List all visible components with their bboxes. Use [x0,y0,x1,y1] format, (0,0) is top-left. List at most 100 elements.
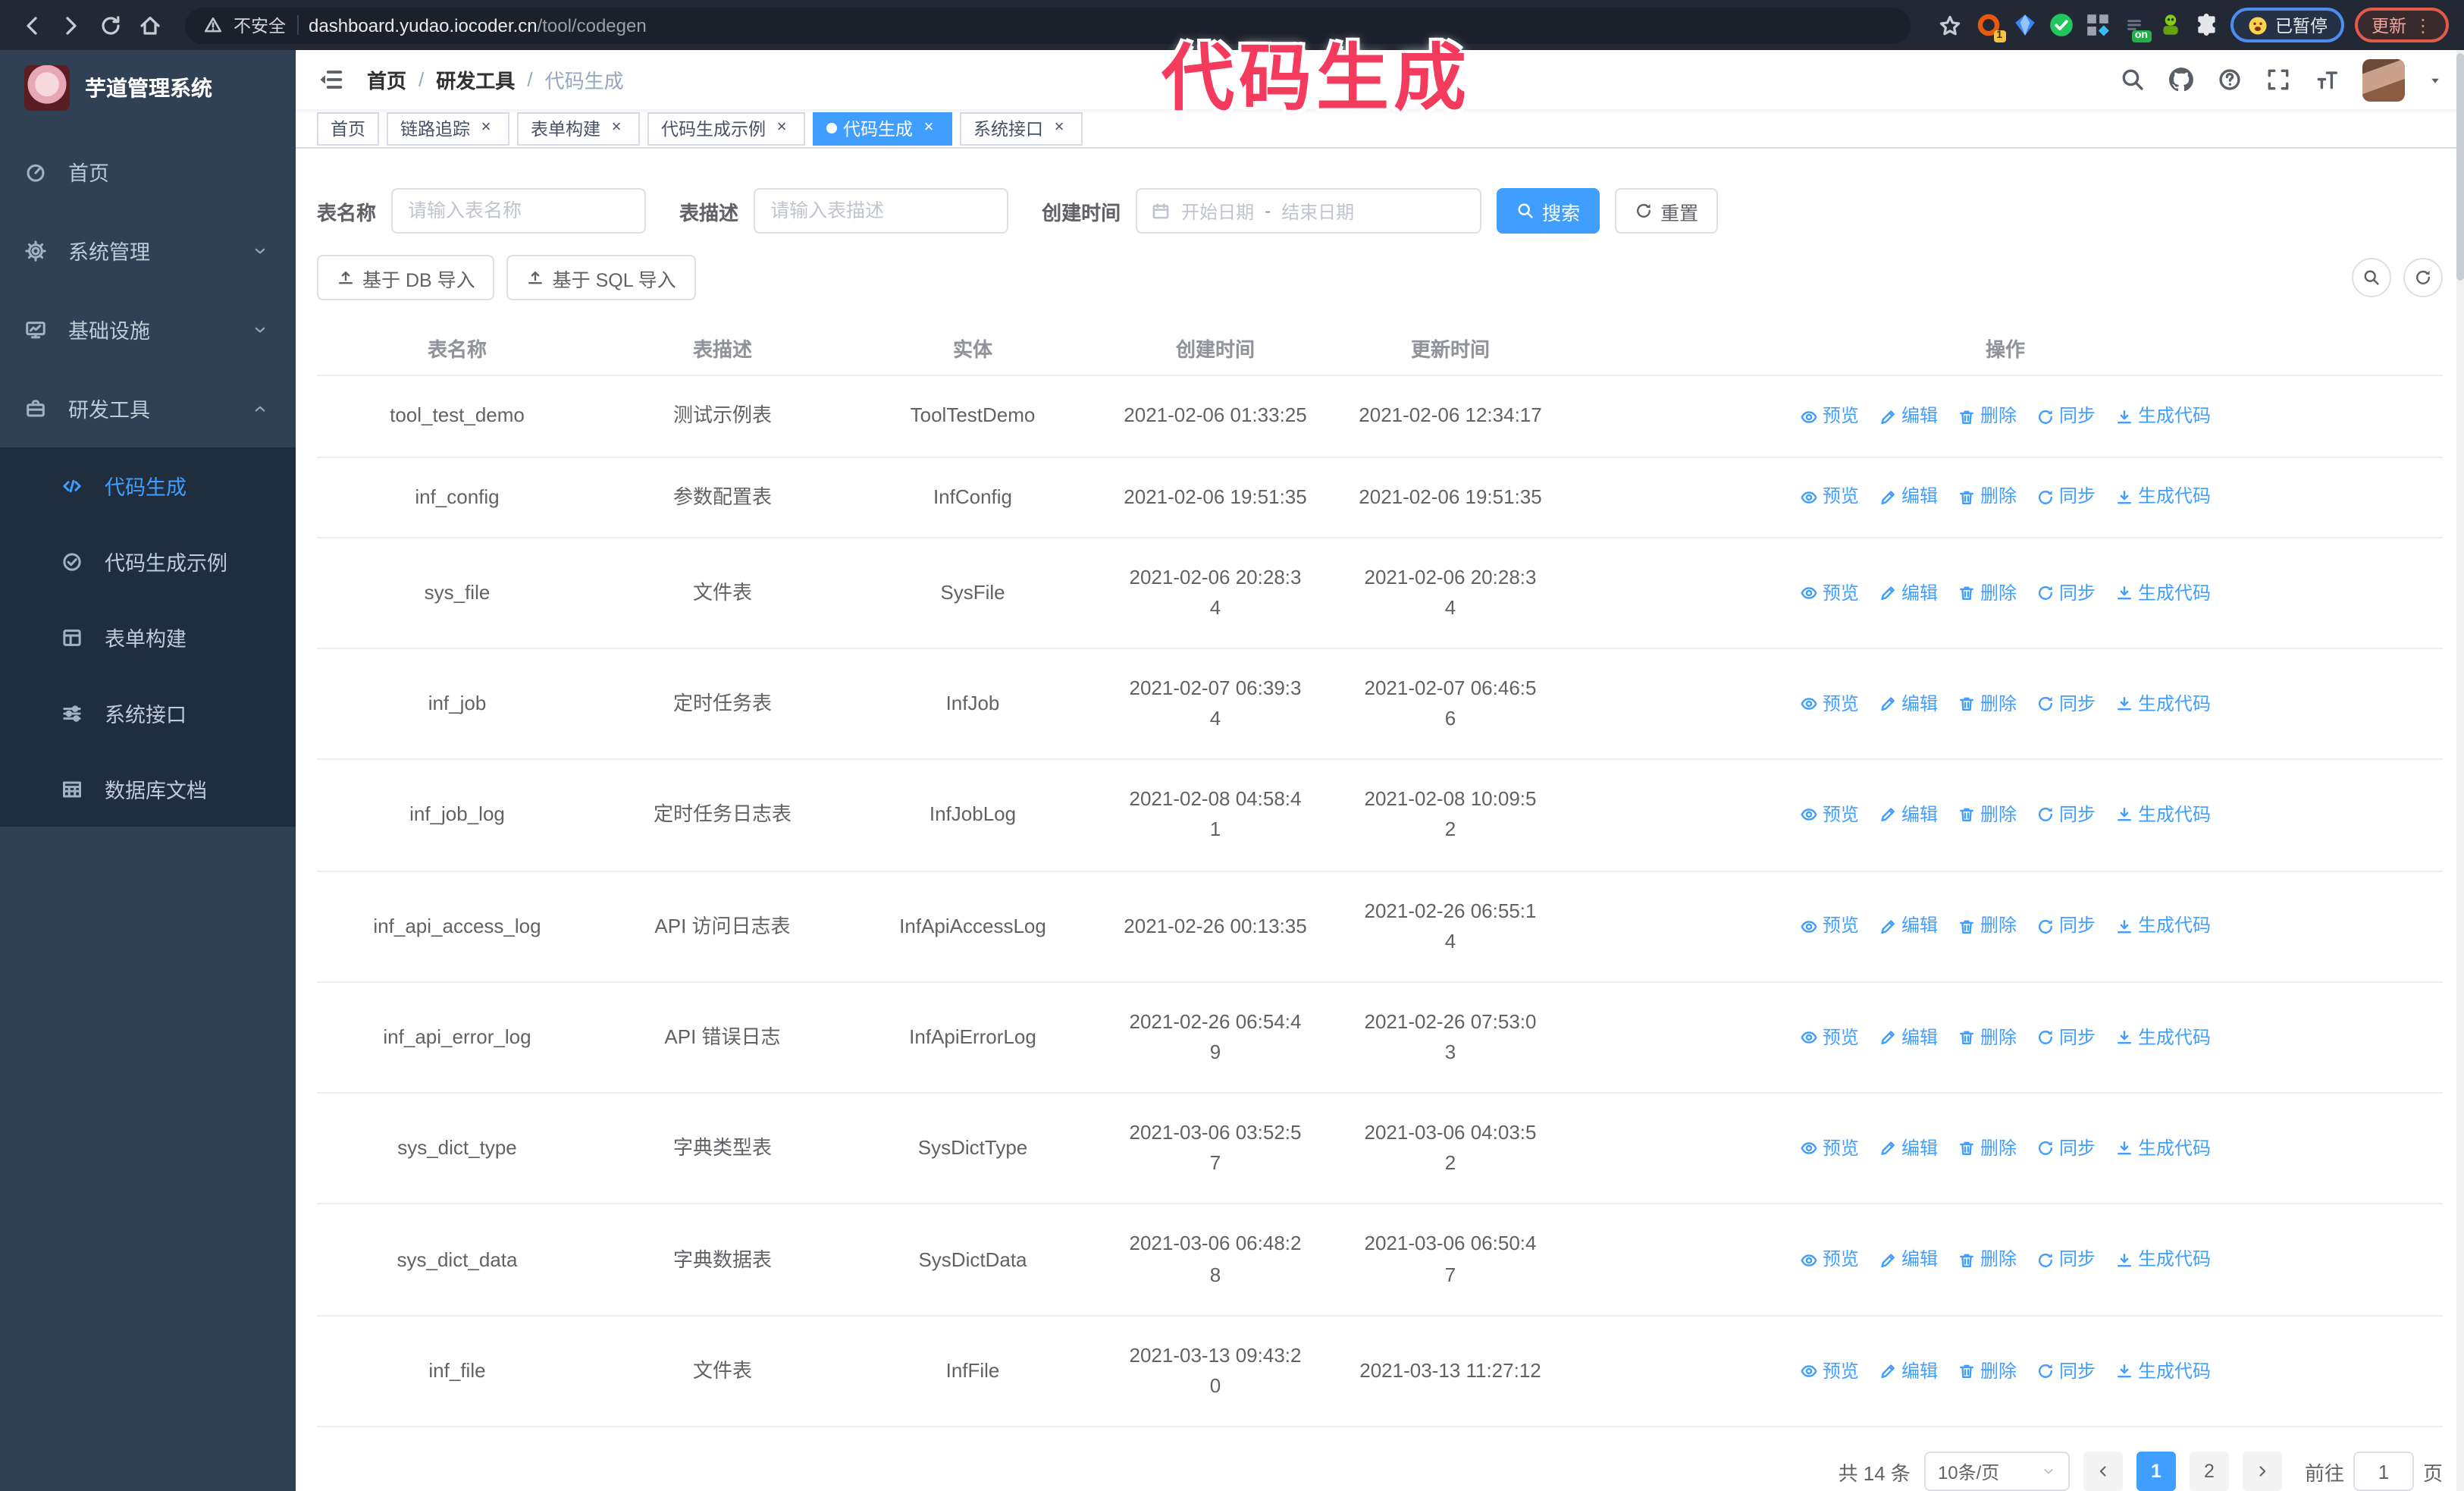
page-button-2[interactable]: 2 [2189,1452,2229,1491]
extension-icon-grid[interactable] [2084,12,2110,38]
action-preview-link[interactable]: 预览 [1800,1357,1859,1385]
prev-page-button[interactable] [2083,1452,2123,1491]
kebab-menu-icon[interactable]: ⋮ [2414,16,2432,34]
action-edit-link[interactable]: 编辑 [1879,801,1938,829]
action-preview-link[interactable]: 预览 [1800,1135,1859,1163]
close-icon[interactable]: × [607,119,626,139]
sidebar-item-db-doc[interactable]: 数据库文档 [0,751,296,827]
action-preview-link[interactable]: 预览 [1800,690,1859,718]
action-preview-link[interactable]: 预览 [1800,801,1859,829]
url-bar[interactable]: 不安全 dashboard.yudao.iocoder.cn/tool/code… [185,7,1910,43]
action-generate-link[interactable]: 生成代码 [2115,483,2211,511]
sidebar-item-system-api[interactable]: 系统接口 [0,675,296,751]
sidebar-item-form-builder[interactable]: 表单构建 [0,599,296,675]
action-delete-link[interactable]: 删除 [1958,1135,2017,1163]
action-sync-link[interactable]: 同步 [2036,1023,2096,1051]
table-desc-input[interactable] [754,188,1009,234]
search-icon[interactable] [2120,67,2146,93]
action-delete-link[interactable]: 删除 [1958,801,2017,829]
action-delete-link[interactable]: 删除 [1958,912,2017,940]
sidebar-item-codegen[interactable]: 代码生成 [0,447,296,523]
action-edit-link[interactable]: 编辑 [1879,483,1938,511]
sidebar-item-home[interactable]: 首页 [0,132,296,211]
action-generate-link[interactable]: 生成代码 [2115,1246,2211,1274]
extension-icon-orange[interactable]: 1 [1975,12,2005,42]
sidebar-toggle-button[interactable] [317,65,346,94]
action-preview-link[interactable]: 预览 [1800,1023,1859,1051]
date-range-picker[interactable]: 开始日期 - 结束日期 [1136,188,1482,234]
action-edit-link[interactable]: 编辑 [1879,912,1938,940]
close-icon[interactable]: × [772,119,792,139]
action-sync-link[interactable]: 同步 [2036,912,2096,940]
action-generate-link[interactable]: 生成代码 [2115,690,2211,718]
action-delete-link[interactable]: 删除 [1958,690,2017,718]
page-scrollbar[interactable] [2456,50,2464,1491]
action-sync-link[interactable]: 同步 [2036,483,2096,511]
sidebar-item-system-management[interactable]: 系统管理 [0,211,296,290]
avatar[interactable] [2362,58,2405,102]
tab-form-builder[interactable]: 表单构建 × [517,111,640,146]
import-sql-button[interactable]: 基于 SQL 导入 [506,255,696,301]
page-size-select[interactable]: 10条/页 [1923,1452,2070,1491]
extension-icon-dark-list[interactable]: on [2121,12,2151,42]
action-edit-link[interactable]: 编辑 [1879,1135,1938,1163]
action-edit-link[interactable]: 编辑 [1879,1246,1938,1274]
action-sync-link[interactable]: 同步 [2036,690,2096,718]
help-icon[interactable] [2217,67,2243,93]
action-generate-link[interactable]: 生成代码 [2115,912,2211,940]
action-preview-link[interactable]: 预览 [1800,579,1859,607]
action-sync-link[interactable]: 同步 [2036,1135,2096,1163]
action-generate-link[interactable]: 生成代码 [2115,579,2211,607]
tab-home[interactable]: 首页 [317,111,379,146]
close-icon[interactable]: × [1049,119,1069,139]
sidebar-item-codegen-example[interactable]: 代码生成示例 [0,523,296,599]
bookmark-star-icon[interactable] [1934,10,1964,40]
search-button[interactable]: 搜索 [1497,188,1600,234]
action-preview-link[interactable]: 预览 [1800,402,1859,430]
sidebar-item-infrastructure[interactable]: 基础设施 [0,290,296,369]
breadcrumb-item[interactable]: 首页 [367,65,406,94]
tab-system-api[interactable]: 系统接口 × [960,111,1083,146]
tab-codegen[interactable]: 代码生成 × [813,111,952,146]
action-generate-link[interactable]: 生成代码 [2115,1357,2211,1385]
action-edit-link[interactable]: 编辑 [1879,690,1938,718]
action-generate-link[interactable]: 生成代码 [2115,801,2211,829]
action-delete-link[interactable]: 删除 [1958,402,2017,430]
browser-update-button[interactable]: 更新 ⋮ [2355,8,2449,42]
action-edit-link[interactable]: 编辑 [1879,402,1938,430]
font-size-icon[interactable] [2314,67,2340,93]
paused-profile-badge[interactable]: 已暂停 [2230,8,2344,42]
action-sync-link[interactable]: 同步 [2036,801,2096,829]
action-edit-link[interactable]: 编辑 [1879,1357,1938,1385]
caret-down-icon[interactable] [2428,72,2443,87]
page-button-1[interactable]: 1 [2136,1452,2176,1491]
scrollbar-thumb[interactable] [2456,53,2464,281]
tab-tracing[interactable]: 链路追踪 × [387,111,509,146]
extension-icon-robot[interactable] [2157,12,2183,38]
github-icon[interactable] [2168,67,2194,93]
action-sync-link[interactable]: 同步 [2036,1357,2096,1385]
back-icon[interactable] [15,8,49,42]
action-preview-link[interactable]: 预览 [1800,912,1859,940]
goto-page-input[interactable] [2353,1452,2414,1491]
toggle-search-button[interactable] [2352,258,2391,298]
action-delete-link[interactable]: 删除 [1958,1357,2017,1385]
extension-icon-gem[interactable] [2011,12,2037,38]
extension-icon-green-check[interactable] [2048,12,2074,38]
action-sync-link[interactable]: 同步 [2036,402,2096,430]
action-sync-link[interactable]: 同步 [2036,579,2096,607]
action-generate-link[interactable]: 生成代码 [2115,402,2211,430]
action-edit-link[interactable]: 编辑 [1879,579,1938,607]
action-delete-link[interactable]: 删除 [1958,483,2017,511]
home-icon[interactable] [133,8,167,42]
action-generate-link[interactable]: 生成代码 [2115,1135,2211,1163]
close-icon[interactable]: × [476,119,496,139]
breadcrumb-item[interactable]: 研发工具 [436,65,515,94]
close-icon[interactable]: × [919,119,939,139]
fullscreen-icon[interactable] [2265,67,2291,93]
next-page-button[interactable] [2242,1452,2282,1491]
puzzle-extensions-icon[interactable] [2193,12,2219,38]
sidebar-item-dev-tools[interactable]: 研发工具 [0,369,296,447]
reset-button[interactable]: 重置 [1615,188,1719,234]
action-delete-link[interactable]: 删除 [1958,579,2017,607]
